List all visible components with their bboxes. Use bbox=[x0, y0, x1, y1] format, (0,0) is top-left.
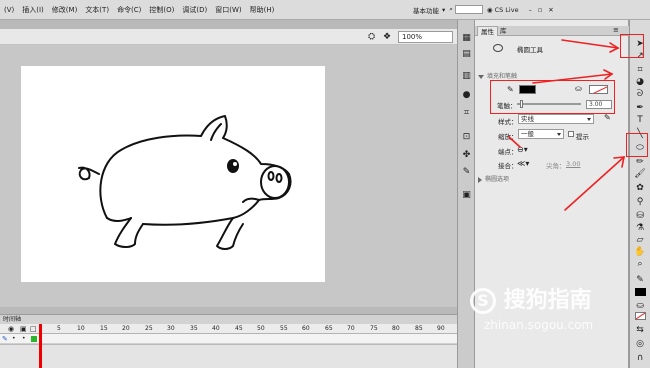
watermark-logo: S 搜狗指南 bbox=[470, 282, 630, 314]
watermark-text: 搜狗指南 bbox=[503, 288, 592, 313]
sogou-logo-icon: S bbox=[470, 288, 496, 314]
watermark-url: zhinan.sogou.com bbox=[484, 318, 594, 332]
